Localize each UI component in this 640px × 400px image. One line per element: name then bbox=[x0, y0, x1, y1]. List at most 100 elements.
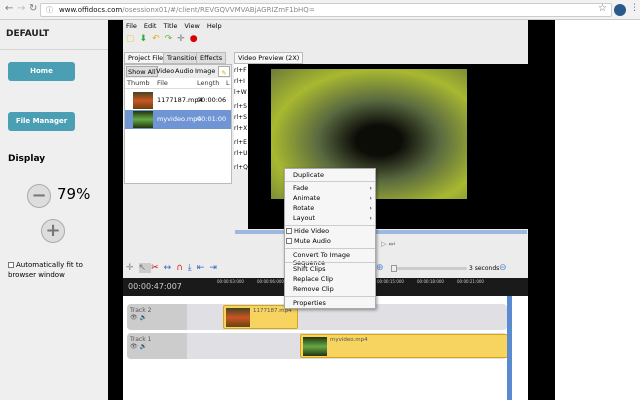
filter-image[interactable]: Image bbox=[195, 65, 215, 77]
ruler-tick: 00:00:06:000 bbox=[257, 279, 284, 284]
menu-item-layout[interactable]: Layout › bbox=[293, 214, 375, 222]
shortcut: rl+E bbox=[234, 139, 247, 146]
record-icon[interactable]: ● bbox=[190, 34, 203, 44]
file-thumbnail bbox=[133, 111, 153, 128]
redo-icon[interactable]: ↷ bbox=[165, 34, 178, 44]
zoom-out-icon[interactable]: ⊖ bbox=[499, 263, 507, 273]
menu-icon[interactable]: ⋮ bbox=[630, 3, 639, 13]
column-l[interactable]: L bbox=[226, 79, 230, 87]
project-files-panel: Show All Video Audio Image ✎ Thumb File … bbox=[124, 64, 232, 184]
zoom-value: 79% bbox=[57, 185, 91, 203]
menu-bar: File Edit Title View Help bbox=[126, 22, 229, 30]
clear-filter-icon[interactable]: ✎ bbox=[218, 66, 230, 77]
save-icon[interactable]: ⬇ bbox=[140, 34, 153, 44]
zoom-in-icon[interactable]: ⊕ bbox=[376, 263, 384, 273]
display-label: Display bbox=[8, 154, 46, 164]
ruler-tick: 00:00:03:000 bbox=[217, 279, 244, 284]
menu-item-replace-clip[interactable]: Replace Clip bbox=[293, 275, 333, 283]
preview-seek-bar[interactable] bbox=[235, 230, 527, 234]
sidebar: DEFAULT Home File Manager Display − 79% … bbox=[0, 20, 108, 400]
track-1[interactable]: Track 1 👁 🔊 myvideo.mp4 bbox=[127, 333, 510, 359]
previous-marker-icon[interactable]: ⇤ bbox=[197, 263, 210, 273]
zoom-out-button[interactable]: − bbox=[27, 184, 51, 208]
address-bar[interactable]: ⓘ www.offidocs.com/osessionx01/#/client/R… bbox=[40, 3, 612, 17]
ruler-tick: 00:00:15:000 bbox=[377, 279, 404, 284]
track-name: Track 2 bbox=[130, 307, 152, 314]
file-row-selected[interactable]: myvideo.mp4 00:01:00 bbox=[125, 110, 231, 129]
column-thumb[interactable]: Thumb bbox=[127, 79, 150, 87]
undo-icon[interactable]: ↶ bbox=[152, 34, 165, 44]
back-icon[interactable]: ← bbox=[5, 3, 13, 14]
visibility-audio-icons[interactable]: 👁 🔊 bbox=[130, 314, 184, 321]
filter-show-all[interactable]: Show All bbox=[126, 66, 158, 77]
file-thumbnail bbox=[133, 92, 153, 109]
shortcut: rl+S bbox=[234, 114, 247, 121]
timeline-toolbar: ✛↖✂↔∩⤓⇤⇥ bbox=[126, 263, 222, 273]
menu-item-shift-clips[interactable]: Shift Clips bbox=[293, 265, 326, 273]
resize-icon[interactable]: ↔ bbox=[164, 263, 177, 273]
home-button[interactable]: Home bbox=[8, 62, 75, 81]
track-name: Track 1 bbox=[130, 336, 152, 343]
shortcut: rl+S bbox=[234, 103, 247, 110]
menu-item-hide-video[interactable]: Hide Video bbox=[286, 227, 329, 235]
ruler-tick: 00:00:21:000 bbox=[457, 279, 484, 284]
menu-help[interactable]: Help bbox=[207, 22, 222, 30]
tab-video-preview[interactable]: Video Preview (2X) bbox=[234, 52, 304, 64]
autofit-checkbox[interactable] bbox=[8, 262, 14, 268]
shortcut: rl+U bbox=[234, 150, 248, 157]
timeline-tracks: Track 2 👁 🔊 1177187.mp4 Track 1 👁 🔊 myvide… bbox=[123, 296, 528, 400]
add-track-icon[interactable]: ✛ bbox=[126, 263, 139, 273]
submenu-arrow-icon: › bbox=[369, 214, 372, 222]
filter-audio[interactable]: Audio bbox=[175, 65, 193, 77]
menu-title[interactable]: Title bbox=[163, 22, 177, 30]
menu-edit[interactable]: Edit bbox=[144, 22, 157, 30]
ruler-tick: 00:00:18:000 bbox=[417, 279, 444, 284]
menu-item-duplicate[interactable]: Duplicate bbox=[293, 171, 324, 179]
visibility-audio-icons[interactable]: 👁 🔊 bbox=[130, 343, 184, 350]
browser-toolbar: ← → ↻ ⓘ www.offidocs.com/osessionx01/#/cl… bbox=[0, 0, 640, 20]
file-length: 00:01:00 bbox=[197, 115, 227, 123]
playback-controls[interactable]: ▷ ⏭ bbox=[381, 240, 395, 249]
clip-name: myvideo.mp4 bbox=[330, 337, 368, 343]
forward-icon[interactable]: → bbox=[17, 3, 25, 14]
tab-effects[interactable]: Effects bbox=[196, 52, 227, 64]
shortcut: rl+X bbox=[234, 125, 248, 132]
menu-item-mute-audio[interactable]: Mute Audio bbox=[286, 237, 331, 245]
zoom-label: 3 seconds bbox=[469, 265, 500, 272]
add-track-icon[interactable]: ✛ bbox=[177, 34, 190, 44]
menu-item-fade[interactable]: Fade › bbox=[293, 184, 375, 192]
select-icon[interactable]: ↖ bbox=[138, 263, 152, 273]
menu-file[interactable]: File bbox=[126, 22, 137, 30]
reload-icon[interactable]: ↻ bbox=[29, 3, 37, 14]
menu-item-rotate[interactable]: Rotate › bbox=[293, 204, 375, 212]
timeline-zoom-slider[interactable] bbox=[391, 265, 467, 272]
snap-icon[interactable]: ∩ bbox=[176, 263, 188, 273]
shortcut: rl+F bbox=[234, 67, 247, 74]
new-project-icon[interactable]: ▢ bbox=[126, 34, 140, 44]
menu-item-remove-clip[interactable]: Remove Clip bbox=[293, 285, 334, 293]
menu-item-properties[interactable]: Properties bbox=[293, 299, 326, 307]
autofit-label: Automatically fit to browser window bbox=[8, 261, 83, 279]
file-manager-button[interactable]: File Manager bbox=[8, 112, 75, 131]
file-row[interactable]: 1177187.mp4 00:00:06 bbox=[125, 91, 231, 110]
razor-icon[interactable]: ✂ bbox=[151, 263, 164, 273]
file-name: myvideo.mp4 bbox=[157, 115, 202, 123]
column-length[interactable]: Length bbox=[197, 79, 219, 87]
shortcut: l+W bbox=[234, 89, 247, 96]
canvas-border bbox=[108, 20, 123, 400]
submenu-arrow-icon: › bbox=[369, 204, 372, 212]
shortcut: rl+Q bbox=[234, 164, 248, 171]
timeline-scrollbar[interactable] bbox=[507, 296, 512, 400]
sidebar-title: DEFAULT bbox=[0, 20, 108, 50]
profile-icon[interactable] bbox=[614, 4, 626, 16]
add-marker-icon[interactable]: ⤓ bbox=[188, 263, 197, 273]
menu-view[interactable]: View bbox=[184, 22, 199, 30]
star-icon[interactable]: ☆ bbox=[598, 3, 607, 14]
clip[interactable]: myvideo.mp4 bbox=[300, 334, 510, 358]
next-marker-icon[interactable]: ⇥ bbox=[209, 263, 222, 273]
column-file[interactable]: File bbox=[157, 79, 168, 87]
menu-item-animate[interactable]: Animate › bbox=[293, 194, 375, 202]
filter-video[interactable]: Video bbox=[156, 65, 174, 77]
submenu-arrow-icon: › bbox=[369, 184, 372, 192]
zoom-in-button[interactable]: + bbox=[41, 219, 65, 243]
